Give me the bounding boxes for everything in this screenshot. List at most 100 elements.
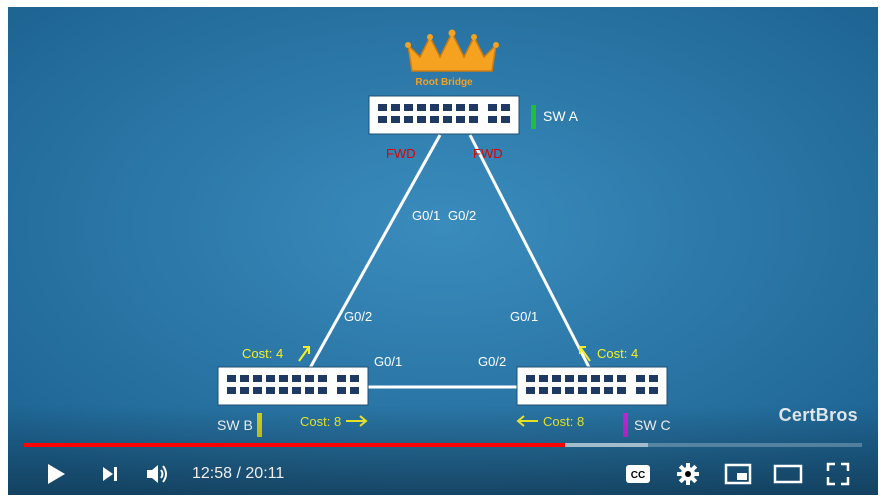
switch-port — [305, 387, 314, 394]
switch-port — [591, 387, 600, 394]
switch-port — [636, 375, 645, 382]
play-button[interactable] — [36, 453, 76, 495]
theater-button[interactable] — [770, 453, 806, 495]
switch-b-marker — [257, 413, 262, 437]
fullscreen-icon — [826, 462, 850, 486]
switch-port — [649, 375, 658, 382]
switch-port — [318, 387, 327, 394]
switch-port — [227, 387, 236, 394]
cost-label-c-left: Cost: 8 — [543, 414, 584, 429]
switch-port — [488, 104, 497, 111]
switch-port — [552, 387, 561, 394]
switch-port — [456, 104, 465, 111]
switch-port — [318, 375, 327, 382]
captions-button[interactable]: CC — [620, 453, 656, 495]
switch-c-marker — [623, 413, 628, 437]
port-label-a-g01: G0/1 — [412, 208, 440, 223]
captions-icon: CC — [626, 465, 650, 483]
switch-port — [417, 116, 426, 123]
svg-text:CC: CC — [631, 470, 645, 481]
volume-icon — [147, 465, 167, 483]
miniplayer-button[interactable] — [720, 453, 756, 495]
switch-port — [337, 387, 346, 394]
time-separator: / — [232, 465, 246, 482]
player-controls: 12:58 / 20:11 CC — [8, 453, 878, 495]
switch-port — [430, 104, 439, 111]
certbros-watermark: CertBros — [778, 405, 858, 425]
switch-port — [469, 116, 478, 123]
fwd-label-a-right: FWD — [473, 146, 503, 161]
gear-icon — [677, 463, 699, 485]
switch-port — [404, 104, 413, 111]
cost-label-c-up: Cost: 4 — [597, 346, 638, 361]
port-label-b-g02: G0/2 — [344, 309, 372, 324]
switch-port — [443, 116, 452, 123]
switch-port — [604, 387, 613, 394]
switch-port — [305, 375, 314, 382]
next-button[interactable] — [92, 453, 128, 495]
switch-b — [217, 366, 369, 406]
switch-port — [526, 387, 535, 394]
switch-port — [279, 387, 288, 394]
progress-played — [24, 443, 566, 447]
port-label-b-g01: G0/1 — [374, 354, 402, 369]
progress-bar[interactable] — [24, 443, 862, 447]
switch-port — [227, 375, 236, 382]
switch-port — [292, 375, 301, 382]
play-icon — [48, 464, 65, 484]
switch-c-name: SW C — [634, 417, 671, 433]
switch-port — [501, 116, 510, 123]
switch-port — [604, 375, 613, 382]
switch-port — [501, 104, 510, 111]
cost-label-b-up: Cost: 4 — [242, 346, 283, 361]
switch-port — [578, 375, 587, 382]
volume-button[interactable] — [138, 453, 178, 495]
video-player[interactable]: Root Bridge SW A SW B SW C FWD FWD G0/1 … — [8, 7, 878, 495]
switch-port — [539, 375, 548, 382]
switch-port — [469, 104, 478, 111]
switch-a-marker — [531, 105, 536, 129]
switch-port — [488, 116, 497, 123]
switch-port — [552, 375, 561, 382]
switch-port — [456, 116, 465, 123]
switch-a-name: SW A — [543, 108, 579, 124]
switch-a — [368, 95, 520, 135]
switch-port — [266, 387, 275, 394]
switch-port — [378, 116, 387, 123]
root-bridge-label: Root Bridge — [415, 77, 473, 88]
switch-port — [417, 104, 426, 111]
video-frame[interactable]: Root Bridge SW A SW B SW C FWD FWD G0/1 … — [8, 7, 878, 495]
switch-port — [404, 116, 413, 123]
time-display: 12:58 / 20:11 — [192, 453, 284, 495]
switch-port — [649, 387, 658, 394]
switch-port — [378, 104, 387, 111]
switch-port — [539, 387, 548, 394]
switch-port — [391, 104, 400, 111]
switch-port — [253, 387, 262, 394]
theater-icon — [773, 464, 803, 484]
switch-port — [636, 387, 645, 394]
switch-port — [565, 375, 574, 382]
switch-port — [565, 387, 574, 394]
settings-button[interactable] — [670, 453, 706, 495]
switch-port — [350, 375, 359, 382]
port-label-c-g02: G0/2 — [478, 354, 506, 369]
switch-b-name: SW B — [217, 417, 253, 433]
switch-port — [591, 375, 600, 382]
switch-port — [350, 387, 359, 394]
port-label-c-g01: G0/1 — [510, 309, 538, 324]
switch-port — [391, 116, 400, 123]
switch-port — [240, 387, 249, 394]
switch-port — [240, 375, 249, 382]
switch-port — [266, 375, 275, 382]
fullscreen-button[interactable] — [820, 453, 856, 495]
miniplayer-icon — [724, 463, 752, 485]
switch-port — [337, 375, 346, 382]
current-time: 12:58 — [192, 465, 233, 482]
switch-port — [617, 375, 626, 382]
cost-label-b-right: Cost: 8 — [300, 414, 341, 429]
switch-port — [526, 375, 535, 382]
switch-port — [443, 104, 452, 111]
switch-port — [617, 387, 626, 394]
next-icon — [103, 467, 117, 481]
